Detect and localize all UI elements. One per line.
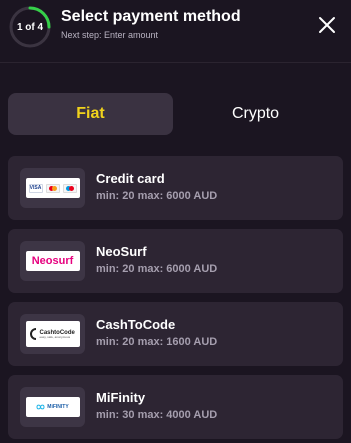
credit-card-logo: VISA	[20, 168, 85, 208]
method-name: MiFinity	[96, 390, 146, 405]
mifinity-logo-icon: MiFINITY	[25, 397, 80, 417]
page-title: Select payment method	[61, 8, 241, 25]
visa-logo-text: VISA	[29, 185, 42, 191]
header: 1 of 4 Select payment method Next step: …	[0, 0, 351, 52]
cashtocode-c-icon	[29, 328, 36, 340]
payment-method-cashtocode[interactable]: CashtoCode easy, safe, anonymous CashToC…	[8, 302, 343, 366]
method-limits: min: 20 max: 6000 AUD	[96, 190, 218, 202]
method-limits: min: 20 max: 1600 AUD	[96, 336, 218, 348]
close-icon	[319, 17, 335, 33]
step-progress-ring: 1 of 4	[8, 5, 52, 49]
method-name: Credit card	[96, 171, 165, 186]
neosurf-logo-text: Neosurf	[31, 255, 74, 267]
payment-method-neosurf[interactable]: Neosurf NeoSurf min: 20 max: 6000 AUD	[8, 229, 343, 293]
tab-fiat[interactable]: Fiat	[8, 93, 173, 135]
header-divider	[0, 62, 351, 63]
close-button[interactable]	[314, 12, 340, 38]
next-step-text: Next step: Enter amount	[61, 30, 159, 40]
mifinity-logo-text: MiFINITY	[47, 404, 69, 410]
payment-method-credit-card[interactable]: VISA Credit card min: 20 max: 6000 AUD	[8, 156, 343, 220]
method-limits: min: 20 max: 6000 AUD	[96, 263, 218, 275]
method-name: CashToCode	[96, 317, 176, 332]
mifinity-infinity-icon	[36, 404, 45, 410]
mifinity-logo: MiFINITY	[20, 387, 85, 427]
method-limits: min: 30 max: 4000 AUD	[96, 409, 218, 421]
neosurf-logo: Neosurf	[20, 241, 85, 281]
visa-mastercard-maestro-logo-icon: VISA	[25, 178, 80, 198]
neosurf-logo-icon: Neosurf	[25, 251, 80, 271]
payment-method-mifinity[interactable]: MiFINITY MiFinity min: 30 max: 4000 AUD	[8, 375, 343, 439]
cashtocode-logo-icon: CashtoCode easy, safe, anonymous	[25, 321, 80, 347]
method-name: NeoSurf	[96, 244, 147, 259]
cashtocode-tagline: easy, safe, anonymous	[39, 334, 71, 339]
tab-crypto[interactable]: Crypto	[173, 93, 338, 135]
cashtocode-logo: CashtoCode easy, safe, anonymous	[20, 314, 85, 354]
step-counter: 1 of 4	[16, 21, 44, 33]
currency-type-tabs: Fiat Crypto	[8, 93, 343, 135]
